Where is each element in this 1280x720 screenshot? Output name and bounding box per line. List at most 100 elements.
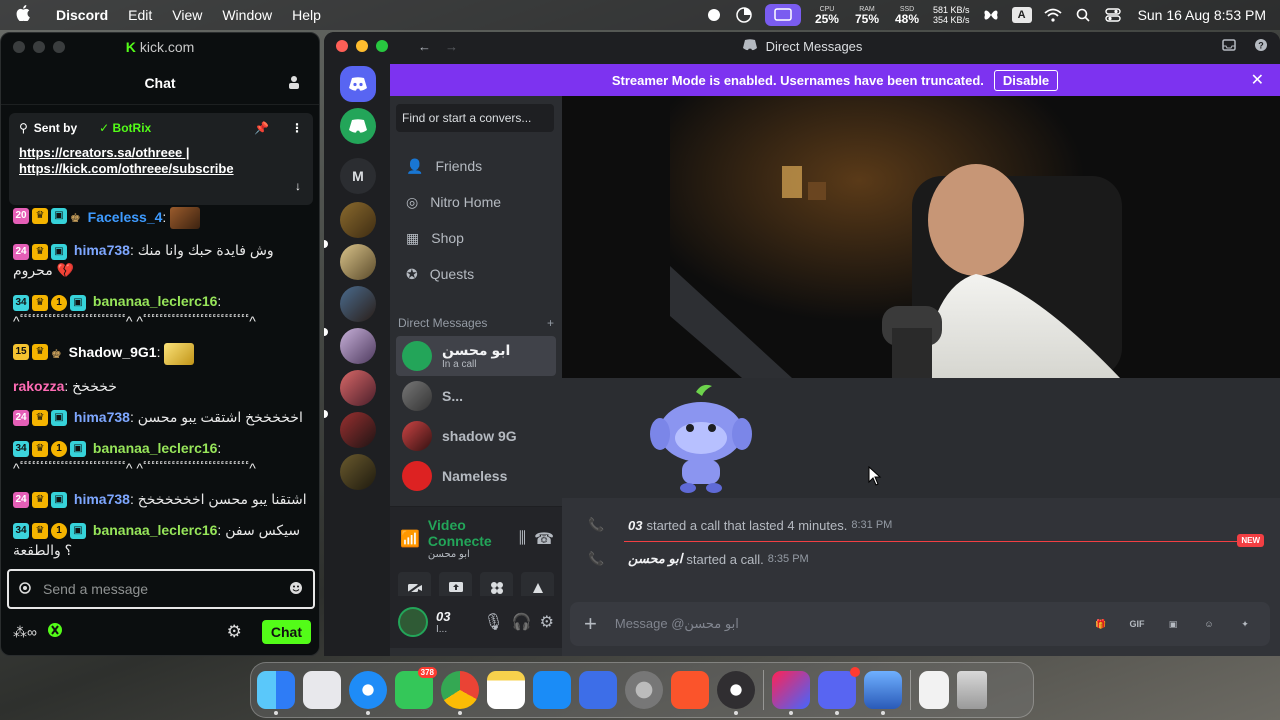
chat-username[interactable]: bananaa_leclerc16 (93, 522, 218, 538)
menu-help[interactable]: Help (282, 7, 331, 23)
copilot-icon[interactable] (772, 671, 810, 715)
server-icon[interactable] (340, 454, 376, 490)
finder-icon[interactable] (257, 671, 295, 715)
server-icon[interactable] (340, 328, 376, 364)
menu-app-name[interactable]: Discord (46, 7, 118, 23)
menu-view[interactable]: View (162, 7, 212, 23)
nav-shop[interactable]: ▦ Shop (390, 220, 562, 256)
control-center-icon[interactable] (1104, 6, 1122, 24)
notion-icon[interactable] (579, 671, 617, 709)
create-dm-icon[interactable]: + (547, 316, 554, 330)
apple-menu-icon[interactable] (0, 4, 46, 26)
network-stat[interactable]: 581 KB/s 354 KB/s (933, 5, 970, 25)
wifi-icon[interactable] (1043, 6, 1062, 24)
voice-channel-label[interactable]: ابو محسن (428, 549, 511, 560)
files-icon[interactable] (919, 671, 949, 709)
chat-username[interactable]: bananaa_leclerc16 (93, 293, 218, 309)
sticker-icon[interactable]: ▣ (1162, 613, 1184, 635)
notes-icon[interactable] (487, 671, 525, 709)
chat-username[interactable]: hima738 (74, 491, 130, 507)
butterfly-icon[interactable] (982, 6, 1000, 24)
server-icon[interactable] (340, 412, 376, 448)
kick-badge-icon[interactable] (47, 622, 63, 643)
pinned-link-subscribe[interactable]: https://kick.com/othreee/subscribe (19, 161, 303, 177)
dm-item[interactable]: ابو محسن In a call (396, 336, 556, 376)
back-arrow-icon[interactable]: ← (418, 39, 431, 54)
dm-search-input[interactable]: Find or start a convers... (396, 104, 554, 132)
gift-icon[interactable]: 🎁 (1090, 613, 1112, 635)
disable-streamer-mode-button[interactable]: Disable (993, 69, 1059, 91)
chrome-icon[interactable] (441, 671, 479, 715)
video-stream[interactable] (562, 96, 1280, 378)
inbox-icon[interactable] (1222, 38, 1236, 55)
obs-icon[interactable] (717, 671, 755, 715)
pie-icon[interactable] (735, 6, 753, 24)
pinned-link-creators[interactable]: https://creators.sa/othreee | (19, 145, 303, 161)
menu-clock[interactable]: Sun 16 Aug 8:53 PM (1138, 7, 1266, 23)
server-icon[interactable] (340, 202, 376, 238)
input-source-icon[interactable]: A (1011, 7, 1032, 23)
server-icon[interactable] (340, 244, 376, 280)
mic-icon[interactable]: 🎙 (483, 612, 503, 632)
cpu-stat[interactable]: CPU 25% (815, 6, 839, 25)
chat-username[interactable]: Shadow_9G1 (69, 344, 157, 360)
apps-icon[interactable]: ✦ (1234, 613, 1256, 635)
safari-icon[interactable] (349, 671, 387, 715)
screen-share-icon[interactable] (764, 4, 801, 26)
discord-icon[interactable] (818, 667, 860, 715)
record-icon[interactable] (705, 6, 723, 24)
message-composer[interactable]: + Message @ابو محسن 🎁 GIF ▣ ☺ ✦ (570, 602, 1270, 646)
dm-item[interactable]: S... (396, 376, 556, 416)
ram-stat[interactable]: RAM 75% (855, 6, 879, 25)
help-icon[interactable]: ? (1254, 38, 1268, 55)
close-icon[interactable]: ✕ (1251, 70, 1264, 90)
messages-icon[interactable]: 378 (395, 667, 437, 709)
user-settings-icon[interactable]: ⚙ (540, 612, 554, 632)
forward-arrow-icon[interactable]: → (445, 39, 458, 54)
settings-icon[interactable]: ⚙ (227, 622, 242, 642)
noise-suppression-icon[interactable]: ⫼ (519, 530, 526, 548)
dm-item[interactable]: Nameless (396, 456, 556, 496)
nav-nitro-home[interactable]: ◎ Nitro Home (390, 184, 562, 220)
server-icon[interactable] (340, 286, 376, 322)
mirror-icon[interactable] (864, 671, 902, 715)
server-icon[interactable] (340, 370, 376, 406)
message-author[interactable]: 03 (628, 518, 642, 533)
users-icon[interactable] (287, 75, 301, 92)
send-chat-button[interactable]: Chat (261, 620, 311, 644)
discord-home-icon[interactable] (340, 66, 376, 102)
emoji-icon[interactable]: ☺ (1198, 613, 1220, 635)
dm-item[interactable]: shadow 9G (396, 416, 556, 456)
expand-down-icon[interactable]: ↓ (295, 179, 301, 193)
search-icon[interactable] (1074, 6, 1092, 24)
nitro-server-icon[interactable] (340, 108, 376, 144)
ssd-stat[interactable]: SSD 48% (895, 6, 919, 25)
chat-username[interactable]: Faceless_4 (88, 209, 163, 225)
points-icon[interactable]: ⁂∞ (13, 624, 37, 641)
chat-username[interactable]: bananaa_leclerc16 (93, 440, 218, 456)
message-author[interactable]: ابو محسن (628, 551, 682, 567)
disconnect-icon[interactable]: ☎ (534, 529, 554, 549)
server-m[interactable]: M (340, 158, 376, 194)
menu-edit[interactable]: Edit (118, 7, 162, 23)
gif-button[interactable]: GIF (1126, 613, 1148, 635)
system-settings-icon[interactable] (625, 671, 663, 709)
pinned-author[interactable]: ✓ BotRix (99, 121, 151, 135)
headphones-icon[interactable]: 🎧 (512, 612, 532, 632)
chat-username[interactable]: hima738 (74, 242, 130, 258)
user-avatar[interactable] (398, 607, 428, 637)
brave-icon[interactable] (671, 671, 709, 709)
chat-username[interactable]: rakozza (13, 378, 64, 394)
menu-window[interactable]: Window (212, 7, 282, 23)
emoji-icon[interactable] (289, 581, 303, 598)
chat-input[interactable]: Send a message (7, 569, 315, 609)
chat-username[interactable]: hima738 (74, 409, 130, 425)
attach-plus-icon[interactable]: + (584, 611, 597, 637)
trash-icon[interactable] (957, 671, 987, 709)
emote-picker-icon[interactable] (19, 581, 31, 597)
launchpad-icon[interactable] (303, 671, 341, 709)
app-store-icon[interactable] (533, 671, 571, 709)
nav-quests[interactable]: ✪ Quests (390, 256, 562, 292)
user-info[interactable]: 03 I... (436, 609, 450, 635)
unpin-icon[interactable]: 📌 (254, 121, 269, 135)
